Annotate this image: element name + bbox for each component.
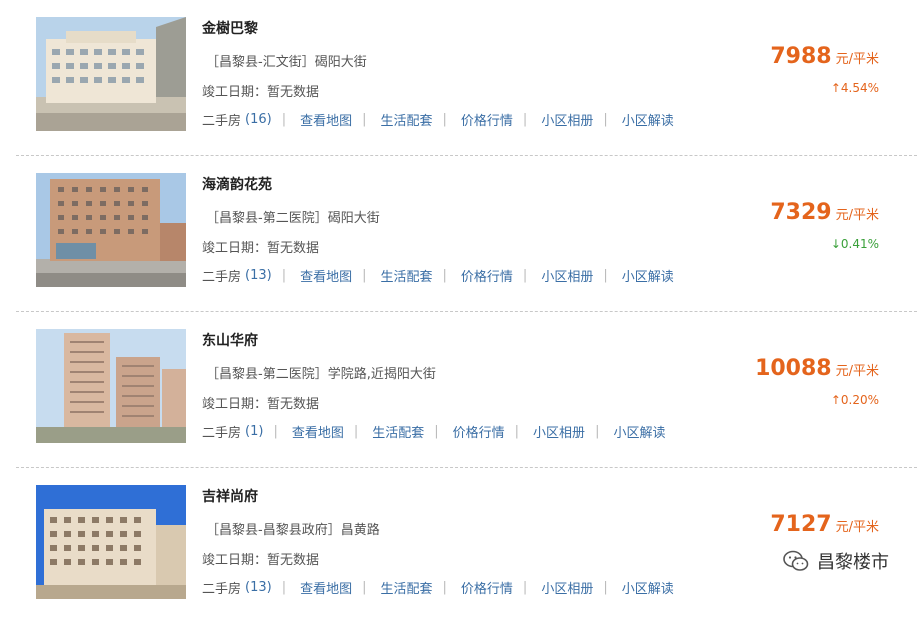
secondhand-label[interactable]: 二手房 bbox=[202, 110, 241, 129]
view-map-link[interactable]: 查看地图 bbox=[300, 578, 352, 597]
link-separator: | bbox=[362, 268, 367, 283]
price-unit: 元/平米 bbox=[835, 364, 879, 379]
secondhand-count[interactable]: (1) bbox=[245, 424, 263, 439]
community-review-link[interactable]: 小区解读 bbox=[622, 578, 674, 597]
community-review-link[interactable]: 小区解读 bbox=[622, 266, 674, 285]
price-value: 7329 bbox=[770, 200, 832, 225]
watermark: 昌黎楼市 bbox=[783, 548, 889, 574]
secondhand-label[interactable]: 二手房 bbox=[202, 578, 241, 597]
secondhand-label[interactable]: 二手房 bbox=[202, 266, 241, 285]
price: 7988 元/平米 bbox=[770, 44, 879, 69]
link-separator: | bbox=[522, 112, 528, 127]
property-links: 二手房 (1) | 查看地图 | 生活配套 | 价格行情 | 小区相册 | 小区… bbox=[202, 422, 665, 441]
building-photo-image bbox=[36, 485, 186, 599]
property-address: ［昌黎县-昌黎县政府］昌黄路 bbox=[206, 523, 380, 538]
property-photo[interactable] bbox=[36, 485, 186, 599]
price-value: 7127 bbox=[770, 512, 832, 537]
property-address: ［昌黎县-第二医院］学院路,近揭阳大街 bbox=[206, 367, 436, 382]
completion-date: 竣工日期：暂无数据 bbox=[202, 553, 320, 568]
secondhand-count[interactable]: (13) bbox=[245, 268, 272, 283]
listing-card: 东山华府 ［昌黎县-第二医院］学院路,近揭阳大街 竣工日期：暂无数据 二手房 (… bbox=[0, 312, 919, 468]
link-separator: | bbox=[281, 580, 287, 595]
building-photo-image bbox=[36, 17, 186, 131]
link-separator: | bbox=[522, 580, 528, 595]
completion-date: 竣工日期：暂无数据 bbox=[202, 397, 320, 412]
watermark-text: 昌黎楼市 bbox=[817, 552, 889, 573]
amenities-link[interactable]: 生活配套 bbox=[381, 578, 433, 597]
link-separator: | bbox=[603, 268, 608, 283]
view-map-link[interactable]: 查看地图 bbox=[300, 110, 352, 129]
link-separator: | bbox=[273, 424, 278, 439]
photo-album-link[interactable]: 小区相册 bbox=[541, 578, 593, 597]
view-map-link[interactable]: 查看地图 bbox=[292, 422, 344, 441]
listing-card: 吉祥尚府 ［昌黎县-昌黎县政府］昌黄路 竣工日期：暂无数据 二手房 (13) |… bbox=[0, 468, 919, 624]
link-separator: | bbox=[362, 580, 367, 595]
property-name[interactable]: 吉祥尚府 bbox=[202, 486, 258, 506]
link-separator: | bbox=[362, 112, 367, 127]
price-trend-link[interactable]: 价格行情 bbox=[461, 578, 513, 597]
photo-album-link[interactable]: 小区相册 bbox=[541, 110, 593, 129]
price-value: 10088 bbox=[755, 356, 832, 381]
building-photo-image bbox=[36, 329, 186, 443]
listing-card: 金樹巴黎 ［昌黎县-汇文街］碣阳大街 竣工日期：暂无数据 二手房 (16) | … bbox=[0, 0, 919, 156]
amenities-link[interactable]: 生活配套 bbox=[381, 110, 433, 129]
link-separator: | bbox=[442, 112, 447, 127]
secondhand-count[interactable]: (16) bbox=[245, 112, 272, 127]
price: 7329 元/平米 bbox=[770, 200, 879, 225]
community-review-link[interactable]: 小区解读 bbox=[613, 422, 665, 441]
link-separator: | bbox=[353, 424, 359, 439]
property-name[interactable]: 金樹巴黎 bbox=[202, 18, 258, 38]
listing-card: 海滴韵花苑 ［昌黎县-第二医院］碣阳大街 竣工日期：暂无数据 二手房 (13) … bbox=[0, 156, 919, 312]
secondhand-count[interactable]: (13) bbox=[245, 580, 272, 595]
link-separator: | bbox=[603, 112, 608, 127]
property-links: 二手房 (16) | 查看地图 | 生活配套 | 价格行情 | 小区相册 | 小… bbox=[202, 110, 674, 129]
wechat-icon bbox=[783, 550, 809, 571]
price-trend-link[interactable]: 价格行情 bbox=[453, 422, 505, 441]
link-separator: | bbox=[434, 424, 439, 439]
link-separator: | bbox=[442, 268, 447, 283]
property-photo[interactable] bbox=[36, 17, 186, 131]
property-address: ［昌黎县-汇文街］碣阳大街 bbox=[206, 55, 367, 70]
completion-date: 竣工日期：暂无数据 bbox=[202, 85, 320, 100]
community-review-link[interactable]: 小区解读 bbox=[622, 110, 674, 129]
property-links: 二手房 (13) | 查看地图 | 生活配套 | 价格行情 | 小区相册 | 小… bbox=[202, 266, 674, 285]
property-photo[interactable] bbox=[36, 329, 186, 443]
link-separator: | bbox=[595, 424, 600, 439]
property-links: 二手房 (13) | 查看地图 | 生活配套 | 价格行情 | 小区相册 | 小… bbox=[202, 578, 674, 597]
price-trend-link[interactable]: 价格行情 bbox=[461, 110, 513, 129]
property-name[interactable]: 东山华府 bbox=[202, 330, 258, 350]
price-unit: 元/平米 bbox=[835, 52, 879, 67]
photo-album-link[interactable]: 小区相册 bbox=[541, 266, 593, 285]
secondhand-label[interactable]: 二手房 bbox=[202, 422, 241, 441]
link-separator: | bbox=[522, 268, 528, 283]
price-change: ↑4.54% bbox=[830, 81, 879, 95]
price: 7127 元/平米 bbox=[770, 512, 879, 537]
building-photo-image bbox=[36, 173, 186, 287]
link-separator: | bbox=[603, 580, 608, 595]
link-separator: | bbox=[442, 580, 447, 595]
price-unit: 元/平米 bbox=[835, 208, 879, 223]
property-photo[interactable] bbox=[36, 173, 186, 287]
price: 10088 元/平米 bbox=[755, 356, 879, 381]
view-map-link[interactable]: 查看地图 bbox=[300, 266, 352, 285]
price-change: ↓0.41% bbox=[830, 237, 879, 251]
amenities-link[interactable]: 生活配套 bbox=[372, 422, 424, 441]
property-address: ［昌黎县-第二医院］碣阳大街 bbox=[206, 211, 380, 226]
price-unit: 元/平米 bbox=[835, 520, 879, 535]
price-trend-link[interactable]: 价格行情 bbox=[461, 266, 513, 285]
completion-date: 竣工日期：暂无数据 bbox=[202, 241, 320, 256]
link-separator: | bbox=[281, 268, 287, 283]
property-name[interactable]: 海滴韵花苑 bbox=[202, 174, 272, 194]
price-value: 7988 bbox=[770, 44, 832, 69]
price-change: ↑0.20% bbox=[830, 393, 879, 407]
amenities-link[interactable]: 生活配套 bbox=[381, 266, 433, 285]
photo-album-link[interactable]: 小区相册 bbox=[533, 422, 585, 441]
link-separator: | bbox=[281, 112, 287, 127]
link-separator: | bbox=[514, 424, 520, 439]
